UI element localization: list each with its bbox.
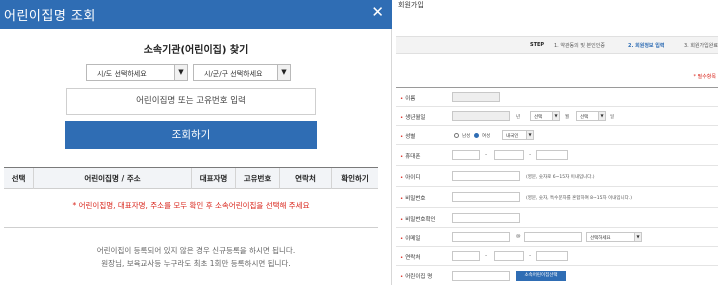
birth-day-unit: 일 — [610, 115, 615, 120]
dash: - — [485, 252, 488, 259]
birth-year-unit: 년 — [516, 115, 521, 120]
gender-male-label: 남성 — [462, 134, 471, 139]
step-label: STEP — [530, 42, 545, 48]
contact-part1[interactable] — [452, 251, 480, 261]
select-notice: * 어린이집명, 대표자명, 주소를 모두 확인 후 소속어린이집을 선택해 주… — [72, 201, 310, 210]
contact-part3[interactable] — [536, 251, 568, 261]
daycare-search-modal: 어린이집명 조회 ✕ 소속기관(어린이집) 찾기 시/도 선택하세요 ▼ 시/군… — [0, 0, 392, 285]
sigungu-select-value: 시/군/구 선택하세요 — [204, 70, 263, 78]
password-confirm-input[interactable] — [452, 213, 520, 223]
label-name: • 이름 — [400, 96, 416, 102]
chevron-down-icon: ▼ — [634, 233, 641, 241]
row-gender: • 성별 남성 여성 내국인 ▼ — [396, 126, 718, 145]
close-icon[interactable]: ✕ — [371, 4, 384, 21]
select-daycare-button[interactable]: 소속어린이집선택 — [516, 271, 566, 281]
birth-month-unit: 월 — [565, 115, 570, 120]
chevron-down-icon: ▼ — [598, 112, 605, 120]
th-confirm: 확인하기 — [341, 174, 369, 183]
search-button[interactable]: 조회하기 — [65, 121, 317, 149]
email-local-input[interactable] — [452, 232, 510, 242]
gender-female-radio[interactable] — [474, 133, 479, 138]
row-user-id: • 아이디 (영문, 숫자로 6~15자 이내입니다.) — [396, 166, 718, 187]
label-email: • 이메일 — [400, 236, 421, 242]
label-password: • 비밀번호 — [400, 196, 426, 202]
phone-part3[interactable] — [536, 150, 568, 160]
nationality-select[interactable]: 내국인 ▼ — [502, 130, 534, 140]
label-password-confirm: • 비밀번호확인 — [400, 217, 436, 223]
password-input[interactable] — [452, 192, 520, 202]
sigungu-select[interactable]: 시/군/구 선택하세요 ▼ — [193, 64, 291, 81]
row-name: • 이름 — [396, 88, 718, 107]
label-birth: • 생년월일 — [400, 115, 426, 121]
row-email: • 이메일 @ 선택하세요 ▼ — [396, 228, 718, 247]
label-user-id: • 아이디 — [400, 175, 421, 181]
dash: - — [529, 151, 532, 158]
step-3: 3. 회원가입완료 — [684, 43, 718, 49]
phone-part1[interactable] — [452, 150, 480, 160]
find-title: 소속기관(어린이집) 찾기 — [143, 45, 249, 56]
results-table-header: 선택 어린이집명 / 주소 대표자명 고유번호 연락처 확인하기 — [4, 167, 378, 189]
row-password: • 비밀번호 (영문, 숫자, 특수문자를 혼합하여 8~15자 이내입니다.) — [396, 187, 718, 208]
birth-month-select[interactable]: 선택 ▼ — [530, 111, 560, 121]
sido-select-value: 시/도 선택하세요 — [97, 70, 147, 78]
footer-note-line2: 원장님, 보육교사등 누구라도 최초 1회만 등록하시면 됩니다. — [101, 259, 291, 268]
row-phone: • 휴대폰 - - — [396, 145, 718, 166]
row-daycare: • 어린이집 명 소속어린이집선택 — [396, 266, 718, 285]
contact-part2[interactable] — [494, 251, 524, 261]
email-domain-input[interactable] — [524, 232, 582, 242]
table-divider — [4, 227, 378, 228]
chevron-down-icon: ▼ — [552, 112, 559, 120]
step-1: 1. 약관동의 및 본인인증 — [554, 43, 605, 49]
footer-note-line1: 어린이집이 등록되어 있지 않은 경우 신규등록을 하시면 됩니다. — [96, 246, 296, 255]
daycare-name-field[interactable] — [452, 271, 510, 281]
dash: - — [485, 151, 488, 158]
birth-year-field — [452, 111, 510, 121]
chevron-down-icon: ▼ — [174, 65, 187, 80]
chevron-down-icon: ▼ — [277, 65, 290, 80]
birth-day-select[interactable]: 선택 ▼ — [576, 111, 606, 121]
th-unique-number: 고유번호 — [236, 168, 280, 189]
row-birth: • 생년월일 년 선택 ▼ 월 선택 ▼ 일 — [396, 107, 718, 126]
phone-part2[interactable] — [494, 150, 524, 160]
signup-page: 회원가입 STEP 1. 약관동의 및 본인인증 2. 회원정보 입력 3. 회… — [392, 0, 718, 285]
th-representative: 대표자명 — [192, 168, 236, 189]
step-bar: STEP 1. 약관동의 및 본인인증 2. 회원정보 입력 3. 회원가입완료 — [396, 36, 718, 54]
gender-male-radio[interactable] — [454, 133, 459, 138]
chevron-down-icon: ▼ — [526, 131, 533, 139]
password-hint: (영문, 숫자, 특수문자를 혼합하여 8~15자 이내입니다.) — [526, 196, 632, 201]
modal-title: 어린이집명 조회 — [4, 9, 96, 24]
label-contact: • 연락처 — [400, 255, 421, 261]
row-password-confirm: • 비밀번호확인 — [396, 208, 718, 228]
dash: - — [529, 252, 532, 259]
label-daycare: • 어린이집 명 — [400, 274, 433, 280]
th-select: 선택 — [4, 168, 34, 189]
daycare-name-input[interactable]: 어린이집명 또는 고유번호 입력 — [66, 88, 316, 115]
th-name-address: 어린이집명 / 주소 — [34, 168, 192, 189]
step-2-active: 2. 회원정보 입력 — [628, 43, 665, 49]
row-contact: • 연락처 - - — [396, 247, 718, 266]
label-gender: • 성별 — [400, 134, 416, 140]
gender-female-label: 여성 — [482, 134, 491, 139]
sido-select[interactable]: 시/도 선택하세요 ▼ — [86, 64, 188, 81]
required-note: * 필수항목 — [693, 74, 717, 80]
email-at: @ — [516, 234, 521, 239]
label-phone: • 휴대폰 — [400, 154, 421, 160]
modal-header: 어린이집명 조회 ✕ — [0, 0, 392, 29]
th-contact: 연락처 — [280, 168, 332, 189]
name-field — [452, 92, 500, 102]
user-id-hint: (영문, 숫자로 6~15자 이내입니다.) — [526, 175, 595, 180]
user-id-input[interactable] — [452, 171, 520, 181]
page-title: 회원가입 — [398, 1, 424, 9]
email-domain-select[interactable]: 선택하세요 ▼ — [586, 232, 642, 242]
